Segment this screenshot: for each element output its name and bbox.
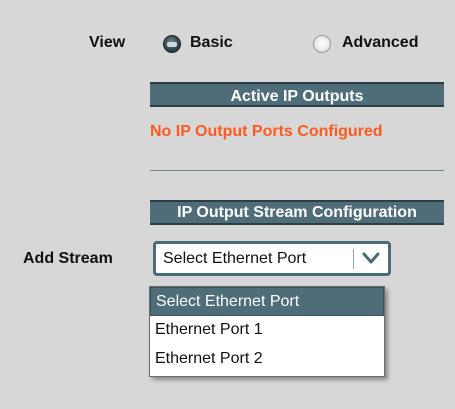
ethernet-port-dropdown-list: Select Ethernet Port Ethernet Port 1 Eth…	[149, 286, 385, 377]
no-ports-message: No IP Output Ports Configured	[150, 123, 383, 140]
ethernet-port-select[interactable]: Select Ethernet Port	[153, 241, 391, 276]
advanced-radio-label[interactable]: Advanced	[342, 34, 418, 52]
view-label: View	[89, 34, 126, 51]
basic-radio[interactable]	[163, 35, 181, 53]
chevron-down-icon[interactable]	[362, 251, 380, 265]
dropdown-option-ethernet-port-2[interactable]: Ethernet Port 2	[150, 345, 384, 374]
basic-radio-label[interactable]: Basic	[190, 34, 233, 52]
dropdown-option-ethernet-port-1[interactable]: Ethernet Port 1	[150, 316, 384, 345]
dropdown-option-select-ethernet-port[interactable]: Select Ethernet Port	[150, 287, 384, 316]
advanced-radio[interactable]	[313, 35, 331, 53]
active-ip-outputs-header: Active IP Outputs	[150, 82, 444, 107]
select-current-value: Select Ethernet Port	[163, 250, 307, 267]
select-separator	[353, 249, 354, 269]
ip-output-stream-config-header: IP Output Stream Configuration	[150, 200, 444, 225]
add-stream-label: Add Stream	[23, 250, 113, 267]
section-divider	[150, 170, 444, 171]
